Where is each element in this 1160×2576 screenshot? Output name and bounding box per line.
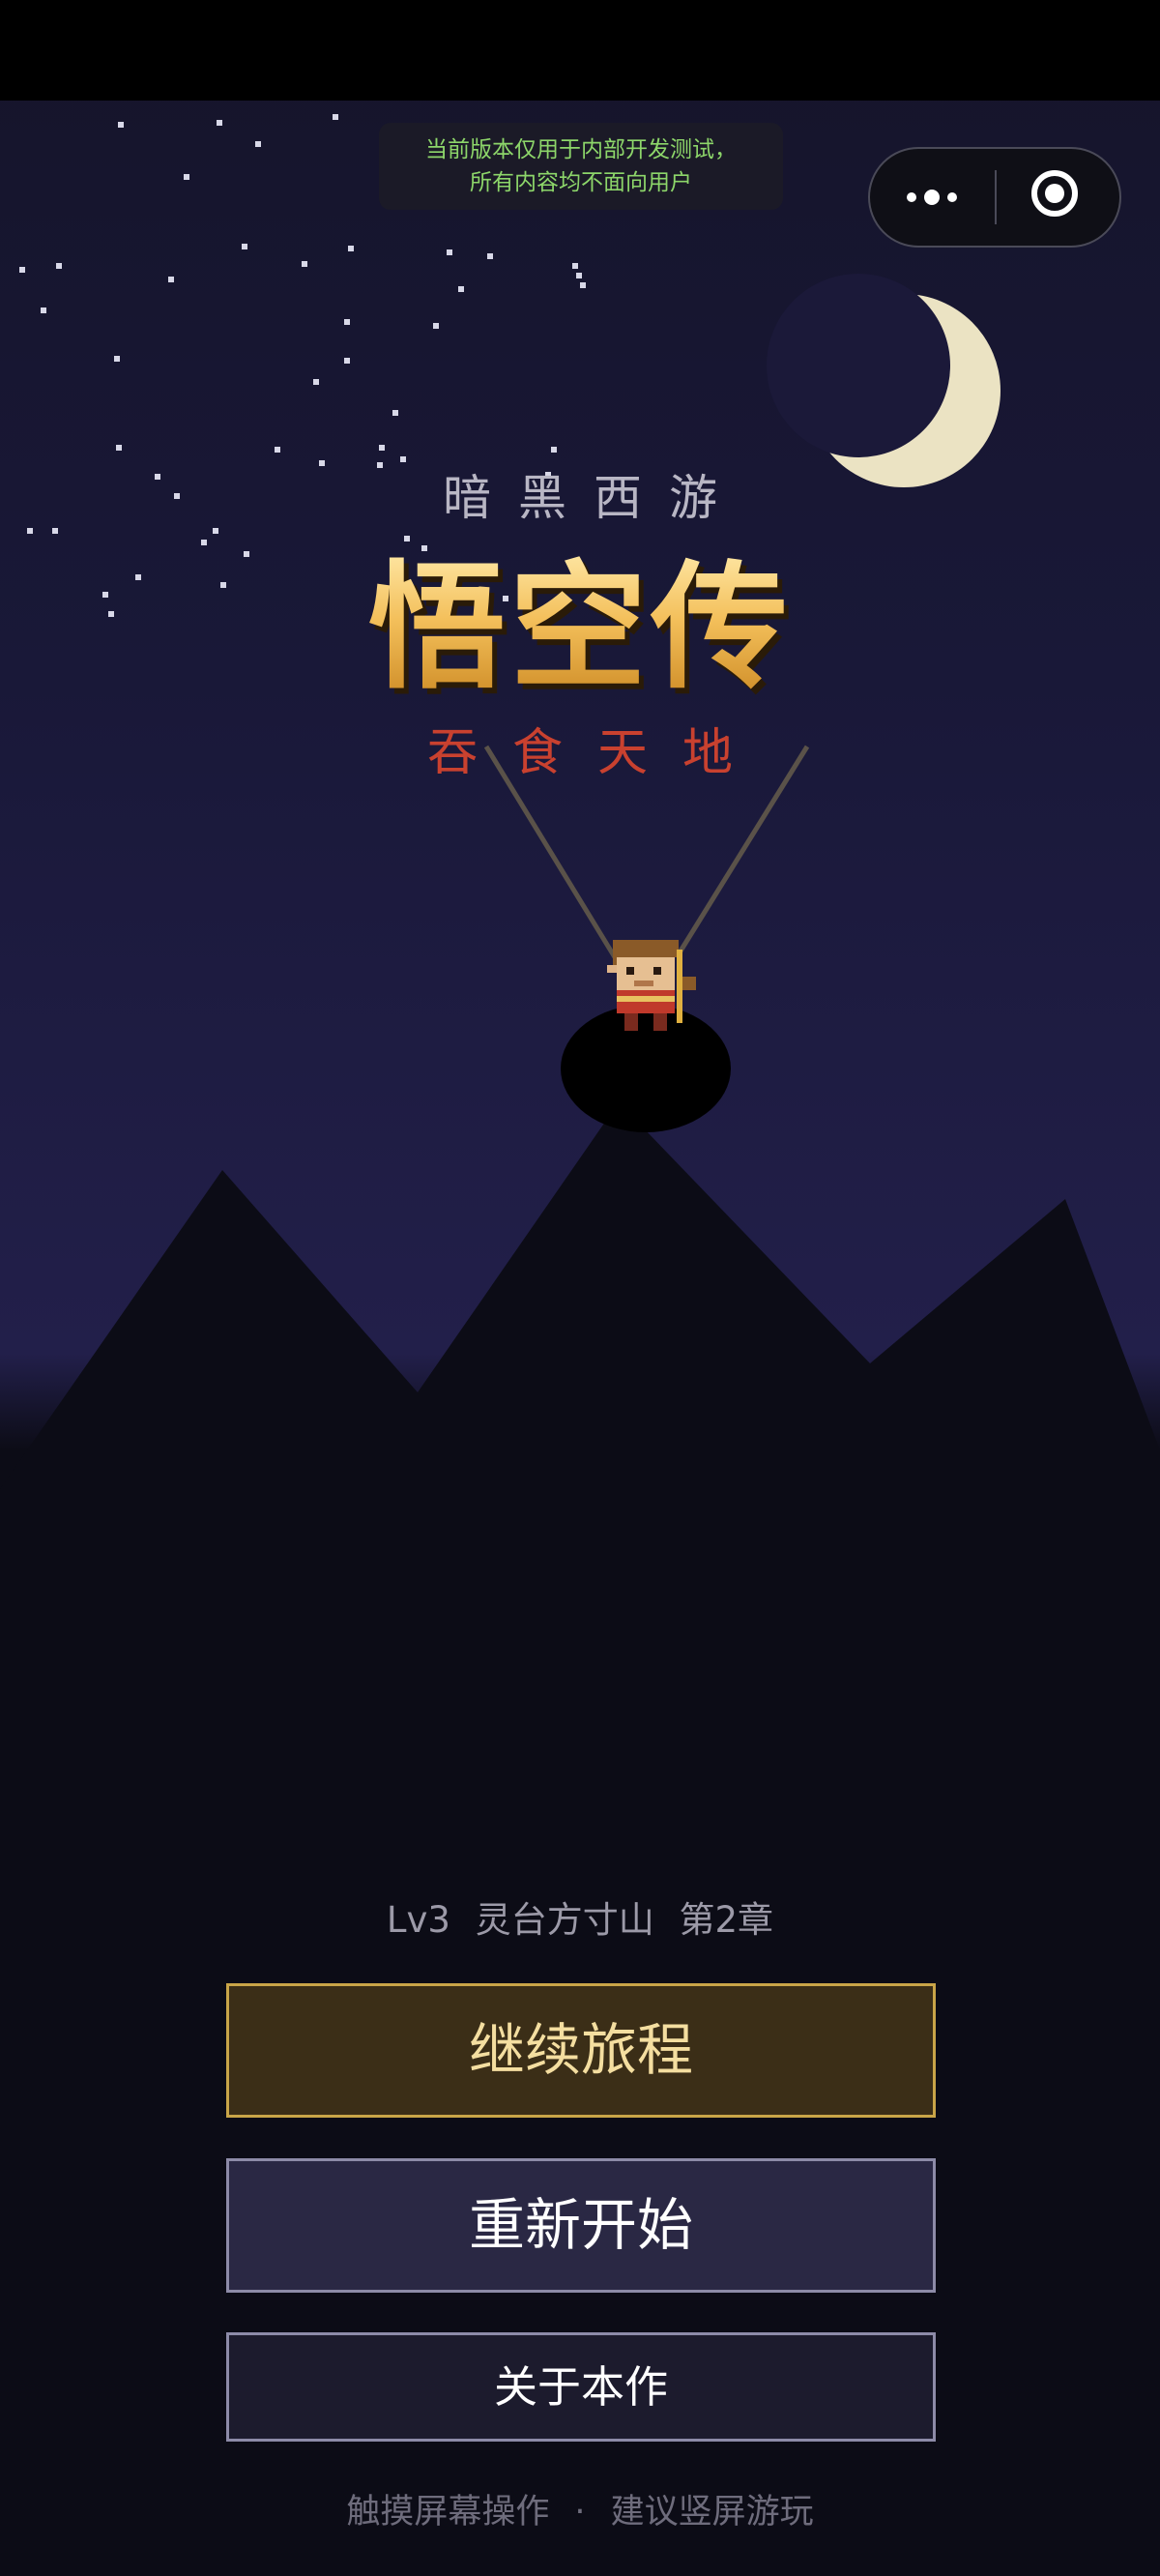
star <box>302 261 307 267</box>
hint-touch: 触摸屏幕操作 <box>346 2493 550 2532</box>
star <box>379 445 385 451</box>
star <box>184 174 189 180</box>
game-screen[interactable]: 当前版本仅用于内部开发测试， 所有内容均不面向用户 暗黑西游 悟空传 吞食天地 … <box>0 0 1160 2576</box>
star <box>56 263 62 269</box>
hint-separator: · <box>574 2493 586 2532</box>
star <box>458 286 464 292</box>
shadow-blob <box>561 1005 731 1132</box>
star <box>19 267 25 273</box>
progress-chapter: 第2章 <box>679 1899 774 1941</box>
star <box>551 447 557 453</box>
star <box>275 447 280 453</box>
progress-location: 灵台方寸山 <box>475 1899 654 1941</box>
star <box>433 323 439 329</box>
notice-line-1: 当前版本仅用于内部开发测试， <box>425 137 737 162</box>
star <box>242 244 247 249</box>
mini-program-capsule <box>868 147 1121 248</box>
game-title: 悟空传 <box>0 546 1160 711</box>
more-dots-icon[interactable] <box>870 149 996 246</box>
star <box>348 246 354 251</box>
hint-portrait: 建议竖屏游玩 <box>610 2493 814 2532</box>
footer-hint: 触摸屏幕操作 · 建议竖屏游玩 <box>0 2488 1160 2536</box>
notice-line-2: 所有内容均不面向用户 <box>470 170 692 195</box>
star <box>114 356 120 362</box>
star <box>217 120 222 126</box>
star <box>572 263 578 269</box>
star <box>392 410 398 416</box>
star <box>447 249 452 255</box>
game-subtitle-red: 吞食天地 <box>426 724 768 782</box>
restart-button[interactable]: 重新开始 <box>226 2158 936 2293</box>
star <box>400 456 406 462</box>
about-button[interactable]: 关于本作 <box>226 2332 936 2442</box>
star <box>168 277 174 282</box>
star <box>41 307 46 313</box>
continue-journey-button[interactable]: 继续旅程 <box>226 1983 936 2118</box>
star <box>201 540 207 545</box>
target-close-icon[interactable] <box>996 149 1121 246</box>
dev-test-notice: 当前版本仅用于内部开发测试， 所有内容均不面向用户 <box>379 123 783 210</box>
game-subtitle-top: 暗黑西游 <box>443 470 744 526</box>
star <box>344 358 350 364</box>
star <box>487 253 493 259</box>
star <box>255 141 261 147</box>
star <box>344 319 350 325</box>
star <box>580 282 586 288</box>
star <box>404 536 410 542</box>
star <box>333 114 338 120</box>
progress-level: Lv3 <box>386 1899 450 1941</box>
star <box>313 379 319 385</box>
star <box>576 273 582 278</box>
save-progress-info: Lv3 灵台方寸山 第2章 <box>0 1895 1160 1946</box>
star <box>118 122 124 128</box>
moon-icon <box>767 274 1000 487</box>
star <box>116 445 122 451</box>
